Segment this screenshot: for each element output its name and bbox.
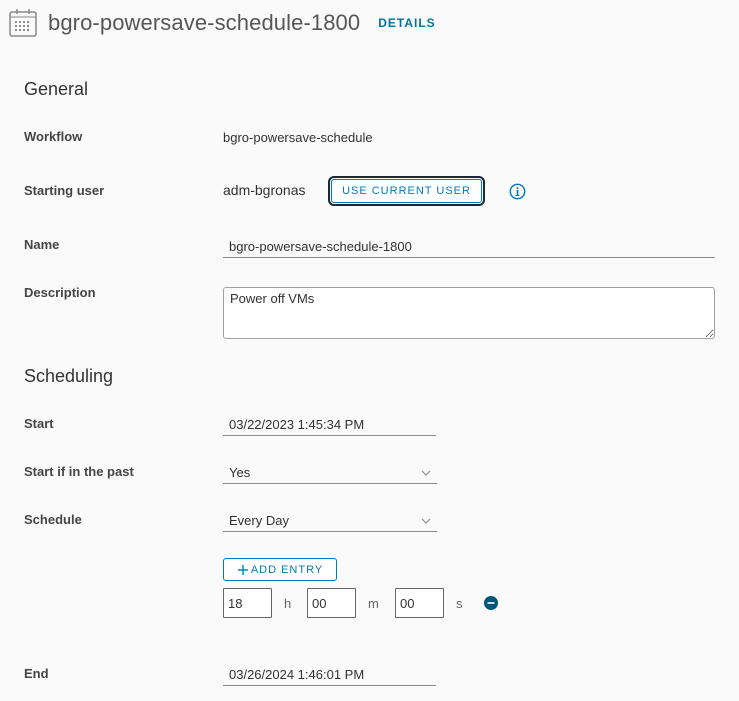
starting-user-value: adm-bgronas [223,182,306,198]
schedule-select[interactable]: Every Day [223,510,437,532]
schedule-selected: Every Day [229,513,289,528]
end-datetime-input[interactable] [223,664,436,686]
chevron-down-icon [421,470,431,476]
start-if-past-label: Start if in the past [24,464,134,479]
description-label: Description [24,285,96,300]
start-datetime-input[interactable] [223,414,436,436]
info-icon[interactable] [509,183,526,200]
minutes-input[interactable] [307,588,356,618]
details-link[interactable]: DETAILS [378,16,435,30]
use-current-user-button[interactable]: USE CURRENT USER [328,176,485,206]
page-header: bgro-powersave-schedule-1800 DETAILS [8,6,436,40]
workflow-value: bgro-powersave-schedule [223,130,373,145]
name-label: Name [24,237,60,252]
chevron-down-icon [421,518,431,524]
end-label: End [24,666,49,681]
schedule-label: Schedule [24,512,82,527]
seconds-unit: s [456,596,463,611]
start-if-past-select[interactable]: Yes [223,462,437,484]
workflow-label: Workflow [24,129,83,144]
seconds-input[interactable] [395,588,444,618]
add-entry-label: ADD ENTRY [250,563,324,576]
hours-input[interactable] [223,588,272,618]
name-input[interactable] [223,236,715,258]
start-if-past-selected: Yes [229,465,251,480]
calendar-icon [9,9,37,37]
minutes-unit: m [368,596,379,611]
description-textarea[interactable]: Power off VMs [223,287,715,339]
plus-icon [237,564,248,575]
starting-user-label: Starting user [24,183,105,198]
scheduling-heading: Scheduling [24,366,114,386]
add-entry-button[interactable]: ADD ENTRY [223,558,337,581]
minus-circle-icon[interactable] [484,596,498,610]
hours-unit: h [284,596,292,611]
general-heading: General [24,79,89,99]
start-label: Start [24,416,54,431]
page-title: bgro-powersave-schedule-1800 [48,10,361,35]
